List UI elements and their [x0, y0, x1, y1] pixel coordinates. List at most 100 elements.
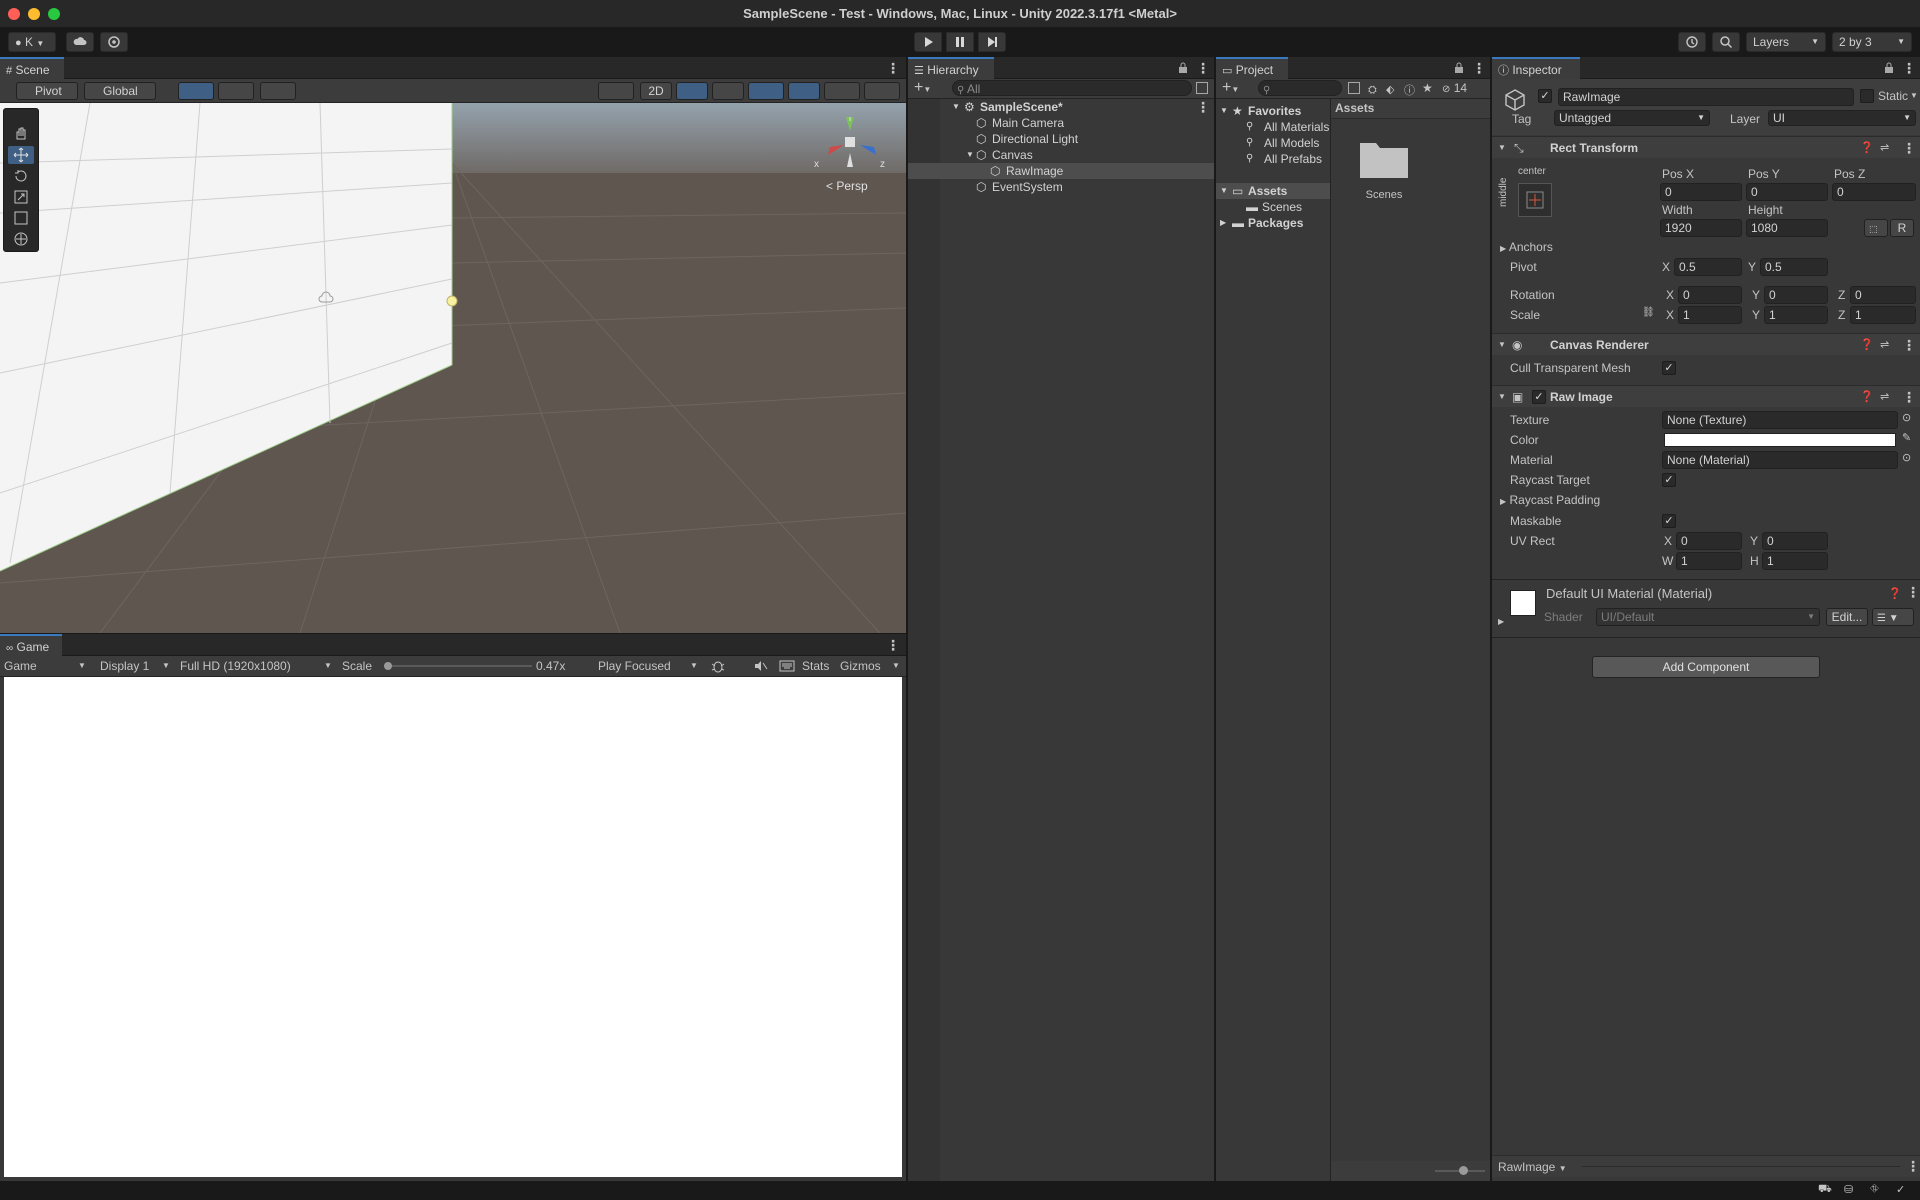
filter-type-icon[interactable]: ⛭	[1368, 82, 1380, 96]
tree-item-canvas[interactable]: ▼ ⬡ Canvas	[940, 147, 1214, 163]
expand-arrow-icon[interactable]: ▶	[1498, 617, 1504, 626]
canvas-renderer-header[interactable]: ▼ ◉ Canvas Renderer ❓ ⇌ ⋮	[1492, 333, 1920, 355]
static-checkbox[interactable]	[1860, 89, 1874, 103]
lock-icon[interactable]	[1884, 62, 1894, 74]
shader-options-dropdown[interactable]: ☰ ▼	[1872, 608, 1914, 626]
anchors-foldout[interactable]: ▶ Anchors	[1500, 238, 1553, 258]
layout-dropdown[interactable]: 2 by 3 ▼	[1832, 32, 1912, 52]
tree-assets[interactable]: ▼ ▭ Assets	[1216, 183, 1330, 199]
help-icon[interactable]: ❓	[1888, 587, 1902, 600]
tab-inspector[interactable]: ⓘ Inspector	[1492, 57, 1580, 79]
pivot-x-input[interactable]: 0.5	[1674, 258, 1742, 276]
material-menu-icon[interactable]: ⋮	[1906, 581, 1920, 603]
height-input[interactable]: 1080	[1746, 219, 1828, 237]
pause-button[interactable]	[946, 32, 974, 52]
texture-field[interactable]: None (Texture)	[1662, 411, 1898, 429]
progress-icon[interactable]: ⛟	[1818, 1183, 1832, 1197]
component-menu-icon[interactable]: ⋮	[1902, 137, 1916, 159]
camera-dropdown[interactable]	[824, 82, 860, 100]
lock-icon[interactable]	[1454, 62, 1464, 74]
mute-audio-button[interactable]	[752, 658, 768, 674]
asset-folder-scenes[interactable]: Scenes	[1356, 135, 1412, 215]
move-tool-button[interactable]	[8, 146, 34, 164]
help-icon[interactable]: ❓	[1860, 334, 1874, 356]
display-dropdown[interactable]: Display 1 ▼	[100, 657, 172, 675]
material-field[interactable]: None (Material)	[1662, 451, 1898, 469]
hidden-objects-toggle[interactable]	[788, 82, 820, 100]
effects-dropdown[interactable]	[748, 82, 784, 100]
posz-input[interactable]: 0	[1832, 183, 1916, 201]
tree-item-directional-light[interactable]: ⬡ Directional Light	[940, 131, 1214, 147]
2d-toggle[interactable]: 2D	[640, 82, 672, 100]
stats-button[interactable]: Stats	[802, 657, 829, 675]
icon-size-slider-thumb[interactable]	[1459, 1166, 1468, 1175]
tree-item-scene[interactable]: ▼ ⚙ SampleScene* ⋮	[940, 99, 1214, 115]
tab-game[interactable]: ∞ Game	[0, 634, 62, 656]
layer-dropdown[interactable]: UI ▼	[1768, 110, 1916, 126]
blueprint-mode-button[interactable]: ⬚	[1864, 219, 1888, 237]
preset-icon[interactable]: ⇌	[1880, 334, 1889, 356]
cloud-button[interactable]	[66, 32, 94, 52]
raycast-padding-foldout[interactable]: ▶ Raycast Padding	[1500, 491, 1600, 511]
raycast-target-checkbox[interactable]: ✓	[1662, 473, 1676, 487]
inspector-menu-icon[interactable]: ⋮	[1902, 57, 1916, 79]
scale-slider-thumb[interactable]	[384, 662, 392, 670]
rect-transform-header[interactable]: ▼ ⤡ Rect Transform ❓ ⇌ ⋮	[1492, 136, 1920, 158]
create-dropdown[interactable]: +▼	[914, 79, 938, 99]
raw-edit-button[interactable]: R	[1890, 219, 1914, 237]
global-toggle[interactable]: Global	[84, 82, 156, 100]
component-menu-icon[interactable]: ⋮	[1902, 386, 1916, 408]
debug-mode-icon[interactable]: ⛗	[1870, 1183, 1879, 1196]
object-picker-icon[interactable]: ⊙	[1902, 411, 1911, 424]
gizmos-dropdown[interactable]	[864, 82, 900, 100]
raw-image-header[interactable]: ▼ ▣ ✓ Raw Image ❓ ⇌ ⋮	[1492, 385, 1920, 407]
lighting-toggle[interactable]	[676, 82, 708, 100]
grid-visibility-button[interactable]	[218, 82, 254, 100]
color-swatch[interactable]	[1664, 433, 1896, 447]
scene-menu-icon[interactable]: ⋮	[886, 57, 900, 79]
cull-checkbox[interactable]: ✓	[1662, 361, 1676, 375]
width-input[interactable]: 1920	[1660, 219, 1742, 237]
constrain-proportions-icon[interactable]: ⛓	[1642, 307, 1655, 318]
draw-mode-dropdown[interactable]	[598, 82, 634, 100]
hidden-packages-button[interactable]: ⊘ 14	[1442, 79, 1467, 99]
tree-item-main-camera[interactable]: ⬡ Main Camera	[940, 115, 1214, 131]
scale-slider[interactable]	[384, 662, 532, 670]
favorite-star-icon[interactable]: ★	[1422, 81, 1434, 95]
breadcrumb-assets[interactable]: Assets	[1335, 99, 1374, 117]
tree-item-eventsystem[interactable]: ⬡ EventSystem	[940, 179, 1214, 195]
layers-dropdown[interactable]: Layers ▼	[1746, 32, 1826, 52]
pivot-y-input[interactable]: 0.5	[1760, 258, 1828, 276]
hand-tool-button[interactable]	[8, 125, 34, 143]
uv-w-input[interactable]: 1	[1676, 552, 1742, 570]
grid-snapping-button[interactable]	[178, 82, 214, 100]
tree-item-rawimage[interactable]: ⬡ RawImage	[908, 163, 1214, 179]
raw-image-enabled-checkbox[interactable]: ✓	[1532, 390, 1546, 404]
tree-favorites[interactable]: ▼ ★ Favorites	[1216, 103, 1330, 119]
increment-snap-button[interactable]	[260, 82, 296, 100]
lock-icon[interactable]	[1178, 62, 1188, 74]
rect-tool-button[interactable]	[8, 209, 34, 227]
tab-project[interactable]: ▭ Project	[1216, 57, 1288, 79]
favorite-all-prefabs[interactable]: ⚲ All Prefabs	[1216, 151, 1330, 167]
undo-history-button[interactable]	[1678, 32, 1706, 52]
scene-visibility-button[interactable]	[1196, 82, 1208, 94]
uv-y-input[interactable]: 0	[1762, 532, 1828, 550]
hierarchy-search-input[interactable]: ⚲ All	[952, 80, 1192, 96]
preview-menu-icon[interactable]: ⋮	[1906, 1155, 1920, 1177]
game-view-render[interactable]	[4, 677, 902, 1177]
search-button[interactable]	[1712, 32, 1740, 52]
posx-input[interactable]: 0	[1660, 183, 1742, 201]
step-button[interactable]	[978, 32, 1006, 52]
preview-object-dropdown[interactable]: RawImage ▼	[1498, 1158, 1567, 1178]
hierarchy-menu-icon[interactable]: ⋮	[1196, 57, 1210, 79]
chevron-down-icon[interactable]: ▼	[1910, 87, 1918, 105]
scale-x-input[interactable]: 1	[1678, 306, 1742, 324]
scene-viewport[interactable]: x z < Persp	[0, 103, 906, 633]
play-mode-dropdown[interactable]: Play Focused ▼	[598, 657, 700, 675]
eyedropper-icon[interactable]: ✎	[1902, 431, 1911, 444]
tree-scenes[interactable]: ▬ Scenes	[1216, 199, 1330, 215]
projection-toggle[interactable]: < Persp	[826, 179, 868, 193]
game-menu-icon[interactable]: ⋮	[886, 634, 900, 656]
favorite-all-models[interactable]: ⚲ All Models	[1216, 135, 1330, 151]
